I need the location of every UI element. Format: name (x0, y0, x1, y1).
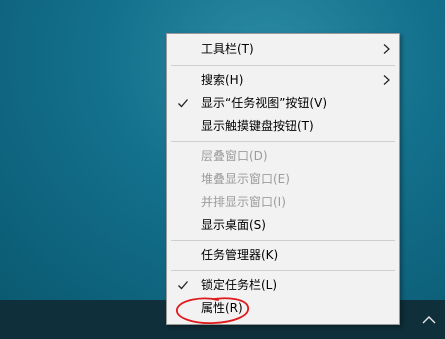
menu-item-show-desktop[interactable]: 显示桌面(S) (167, 214, 399, 236)
menu-item-label: 显示触摸键盘按钮(T) (201, 119, 314, 133)
taskbar-context-menu: 工具栏(T) 搜索(H) 显示“任务视图”按钮(V) 显示触摸键盘按钮(T) 层… (166, 33, 400, 325)
chevron-right-icon (383, 75, 390, 85)
menu-item-label: 工具栏(T) (201, 42, 254, 56)
menu-item-label: 层叠窗口(D) (201, 149, 268, 163)
check-icon (178, 281, 188, 290)
menu-separator (171, 270, 395, 271)
menu-item-label: 属性(R) (201, 301, 243, 315)
menu-item-toolbars[interactable]: 工具栏(T) (167, 38, 399, 60)
chevron-right-icon (383, 44, 390, 54)
check-icon (178, 99, 188, 108)
menu-item-show-task-view-button[interactable]: 显示“任务视图”按钮(V) (167, 92, 399, 114)
menu-item-show-windows-stacked: 堆叠显示窗口(E) (167, 168, 399, 190)
menu-item-cascade-windows: 层叠窗口(D) (167, 145, 399, 167)
menu-item-label: 搜索(H) (201, 73, 244, 87)
menu-item-properties[interactable]: 属性(R) (167, 297, 399, 319)
menu-item-label: 任务管理器(K) (201, 248, 279, 262)
menu-separator (171, 240, 395, 241)
menu-item-label: 堆叠显示窗口(E) (201, 172, 290, 186)
menu-separator (171, 141, 395, 142)
menu-item-show-touch-keyboard-button[interactable]: 显示触摸键盘按钮(T) (167, 115, 399, 137)
menu-item-label: 并排显示窗口(I) (201, 195, 286, 209)
chevron-up-icon[interactable] (419, 310, 439, 330)
menu-item-show-windows-side-by-side: 并排显示窗口(I) (167, 191, 399, 213)
menu-item-lock-taskbar[interactable]: 锁定任务栏(L) (167, 274, 399, 296)
menu-item-label: 显示桌面(S) (201, 218, 266, 232)
menu-item-task-manager[interactable]: 任务管理器(K) (167, 244, 399, 266)
menu-item-label: 锁定任务栏(L) (201, 278, 278, 292)
menu-item-label: 显示“任务视图”按钮(V) (201, 96, 328, 110)
menu-separator (171, 65, 395, 66)
menu-item-search[interactable]: 搜索(H) (167, 69, 399, 91)
